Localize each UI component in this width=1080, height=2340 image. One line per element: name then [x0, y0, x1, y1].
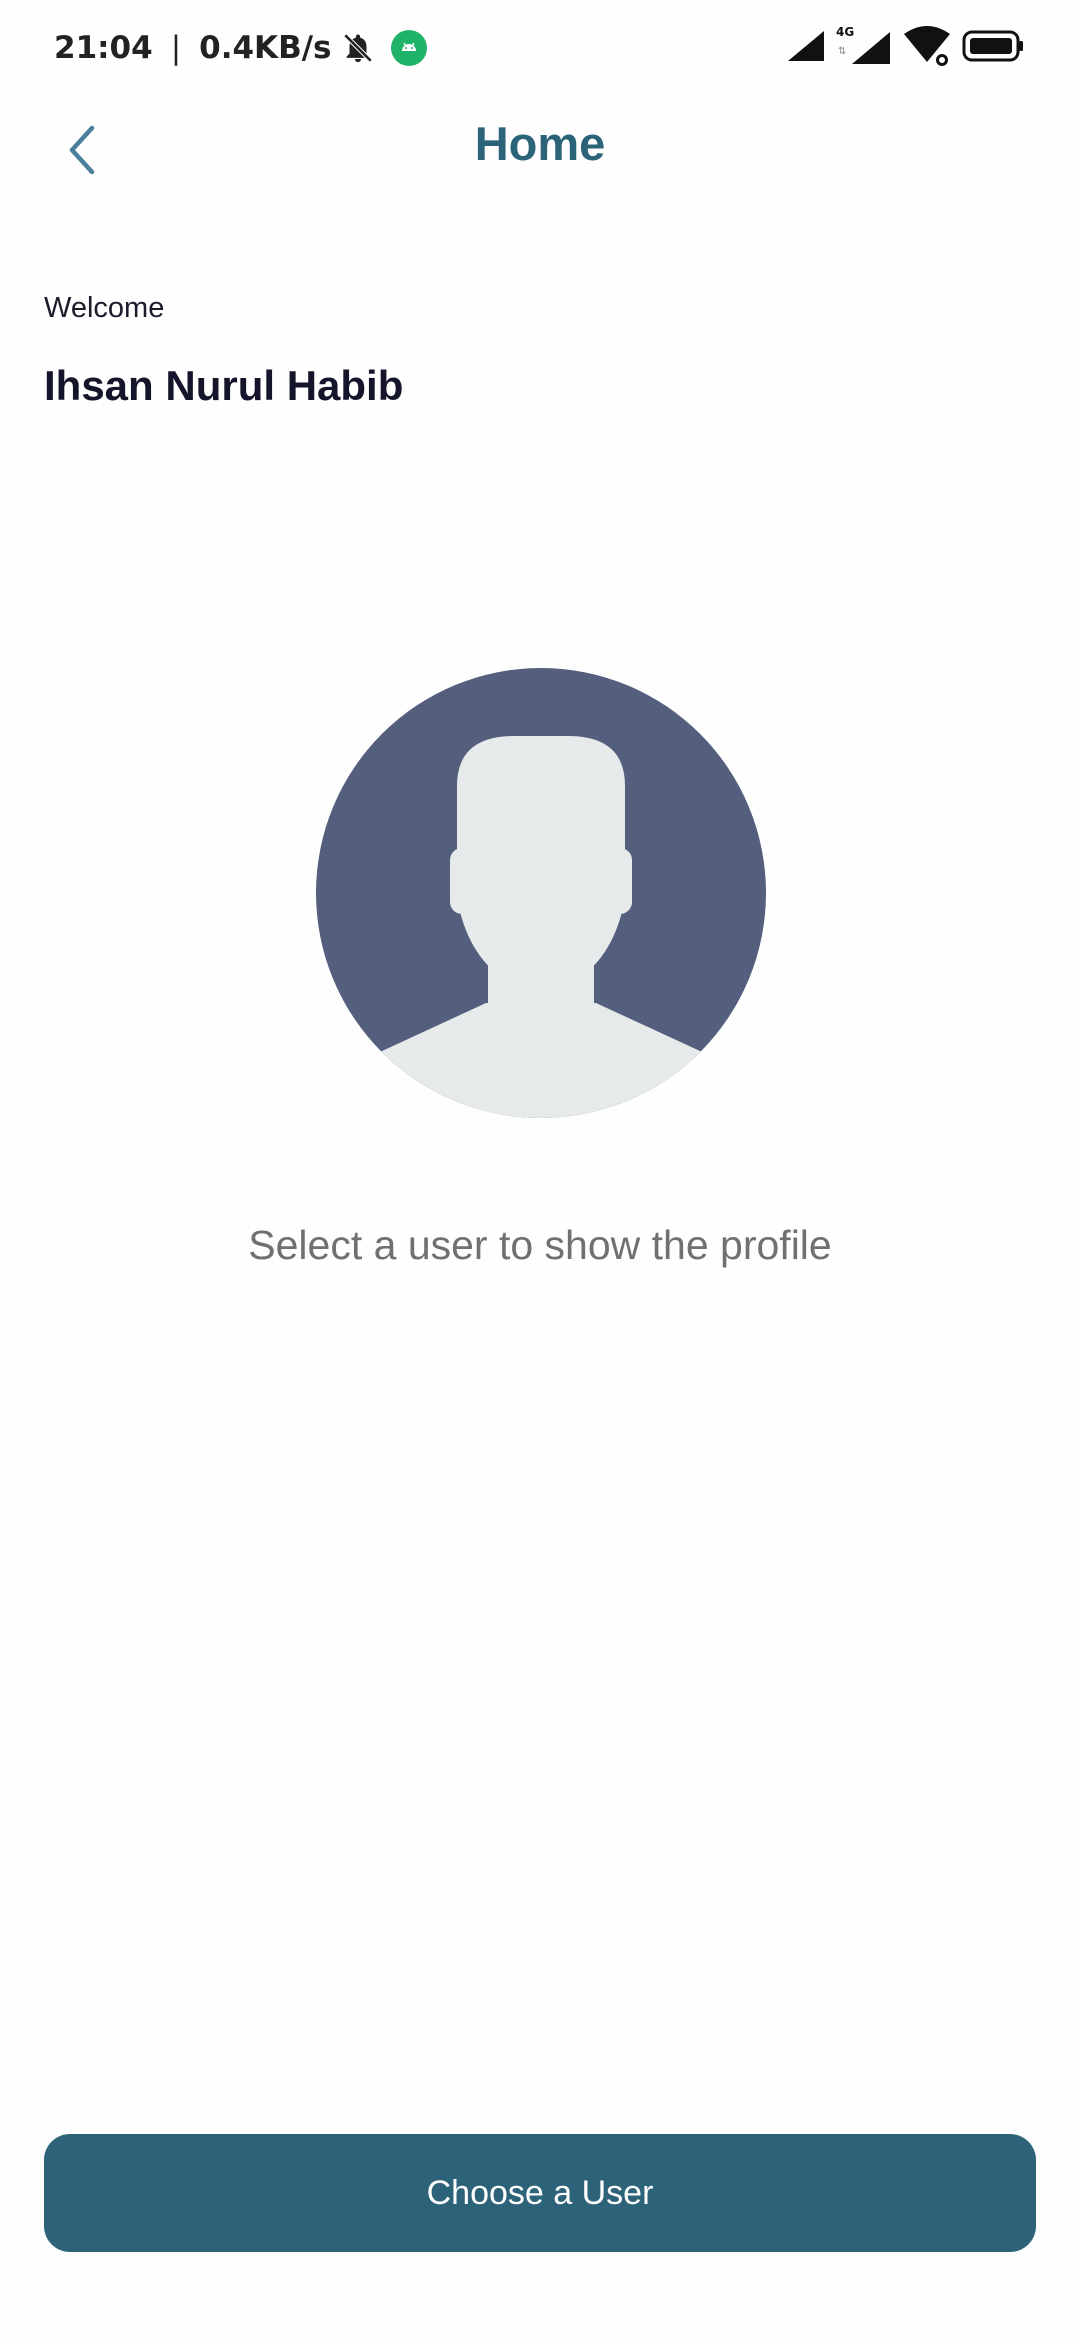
status-left: 21:04 | 0.4KB/s [54, 24, 428, 72]
signal-4g-icon: 4G ⇅ [836, 24, 892, 73]
wifi-icon [902, 24, 952, 73]
screen: 21:04 | 0.4KB/s 4G ⇅ Home Welcome Ihsan … [0, 0, 1080, 2340]
app-header: Home [0, 96, 1080, 206]
signal-icon [786, 29, 826, 68]
svg-text:⇅: ⇅ [838, 46, 846, 57]
page-title: Home [474, 117, 606, 170]
user-name: Ihsan Nurul Habib [44, 362, 404, 409]
status-separator: | [170, 30, 182, 66]
battery-icon [962, 29, 1024, 68]
choose-user-button[interactable]: Choose a User [44, 2134, 1036, 2252]
hint-text: Select a user to show the profile [248, 1222, 832, 1268]
user-placeholder-icon [316, 668, 766, 1118]
svg-text:4G: 4G [836, 25, 854, 39]
welcome-label: Welcome [44, 292, 165, 324]
status-bar: 21:04 | 0.4KB/s 4G ⇅ [0, 0, 1080, 96]
bell-muted-icon [341, 31, 375, 65]
status-net-speed: 0.4KB/s [199, 30, 332, 66]
status-time: 21:04 [54, 30, 153, 66]
android-icon [391, 30, 428, 66]
status-right: 4G ⇅ [786, 24, 1024, 73]
